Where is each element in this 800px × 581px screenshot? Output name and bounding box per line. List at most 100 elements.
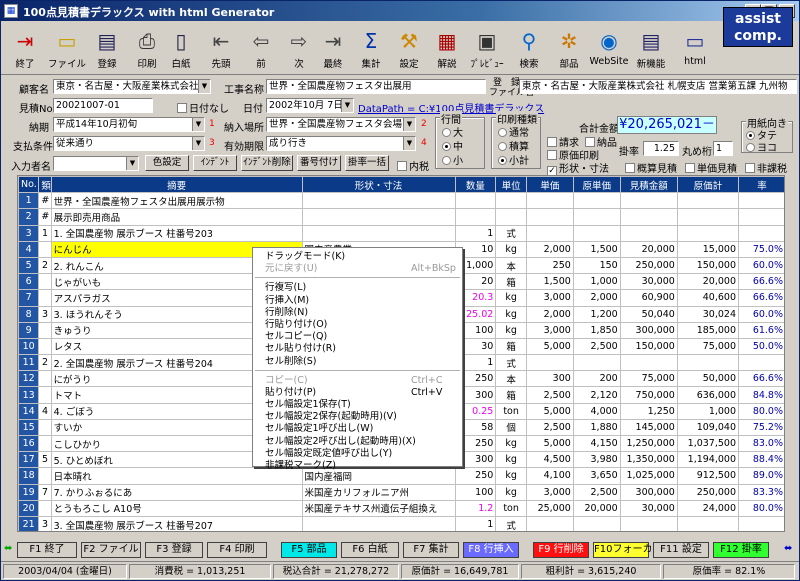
context-menu-item[interactable]: セル幅設定2呼び出し(起動時用)(X)	[253, 436, 462, 448]
table-cell[interactable]: 箱	[495, 337, 527, 356]
fkey-6-button[interactable]: F6 白紙	[341, 542, 399, 558]
fkey-11-button[interactable]: F11 設定	[653, 542, 709, 558]
fkey-8-button[interactable]: F8 行挿入	[463, 542, 519, 558]
table-cell[interactable]: 19	[18, 483, 40, 501]
table-cell[interactable]: 20	[18, 499, 40, 517]
table-cell[interactable]: 50,040	[619, 305, 678, 323]
context-menu-item[interactable]: 行貼り付け(O)	[253, 319, 462, 331]
context-menu-item[interactable]: セル幅設定1呼び出し(W)	[253, 423, 462, 435]
table-cell[interactable]: 912,500	[676, 467, 740, 485]
table-cell[interactable]: 16	[18, 434, 40, 453]
table-row[interactable]: 19 7 7. かりふぉるにあ 米国産カリフォルニア州 100 kg 3,000 2,500 3…	[18, 483, 784, 501]
table-cell[interactable]: 式	[495, 515, 527, 531]
table-cell[interactable]: 15	[18, 418, 40, 437]
table-cell[interactable]: 本	[495, 370, 527, 388]
print-type-radio-2[interactable]: 小計	[498, 152, 529, 167]
table-cell[interactable]: 25,000	[525, 499, 574, 517]
toolbar-blank-button[interactable]: ▯ 白紙	[161, 25, 201, 73]
table-cell[interactable]: 箱	[495, 386, 527, 404]
table-cell[interactable]: 109,040	[676, 418, 740, 437]
table-cell[interactable]: kg	[495, 434, 527, 453]
fkey-3-button[interactable]: F3 登録	[145, 542, 203, 558]
fkey-5-button[interactable]: F5 部品	[281, 542, 337, 558]
table-cell[interactable]: 5	[38, 451, 52, 469]
color-settings-button[interactable]: 色設定	[145, 155, 189, 171]
table-cell[interactable]	[301, 515, 456, 531]
table-cell[interactable]	[619, 208, 678, 226]
table-cell[interactable]: 60.0%	[738, 256, 784, 275]
table-cell[interactable]: kg	[495, 305, 527, 323]
table-cell[interactable]	[619, 224, 678, 242]
table-cell[interactable]: 80.0%	[738, 499, 784, 517]
table-cell[interactable]: 1,880	[572, 418, 621, 437]
table-cell[interactable]: 7	[18, 289, 40, 307]
table-cell[interactable]	[619, 515, 678, 531]
table-cell[interactable]	[454, 208, 497, 226]
table-row[interactable]: 3 1 1. 全国農産物 展示ブース 柱番号203 1 式	[18, 224, 784, 242]
table-cell[interactable]: 1. 全国農産物 展示ブース 柱番号203	[50, 224, 303, 242]
table-cell[interactable]: 2,500	[572, 337, 621, 356]
table-cell[interactable]: kg	[495, 289, 527, 307]
table-cell[interactable]: 5,000	[525, 402, 574, 420]
table-cell[interactable]: 84.8%	[738, 386, 784, 404]
table-cell[interactable]	[525, 224, 574, 242]
table-cell[interactable]: kg	[495, 451, 527, 469]
table-cell[interactable]: 1	[454, 515, 497, 531]
table-cell[interactable]: 150,000	[676, 256, 740, 275]
table-cell[interactable]: 13	[18, 386, 40, 404]
table-cell[interactable]: 1.2	[454, 499, 497, 517]
table-cell[interactable]: 11	[18, 354, 40, 372]
toolbar-settings-button[interactable]: ⚒ 設定	[389, 25, 429, 73]
nontax-checkbox[interactable]: 非課税	[745, 160, 787, 175]
table-cell[interactable]	[301, 224, 456, 242]
context-menu-item[interactable]: 行挿入(M)	[253, 295, 462, 307]
table-cell[interactable]: 20,000	[619, 240, 678, 258]
table-cell[interactable]	[738, 515, 784, 531]
table-cell[interactable]: 3,000	[525, 483, 574, 501]
table-cell[interactable]: ton	[495, 402, 527, 420]
table-cell[interactable]	[619, 192, 678, 210]
context-menu-item[interactable]: セル幅設定2保存(起動時用)(V)	[253, 411, 462, 423]
table-cell[interactable]	[38, 321, 52, 339]
table-cell[interactable]: 式	[495, 224, 527, 242]
toolbar-parts-button[interactable]: ✲ 部品	[549, 25, 589, 73]
row-spacing-radio-2[interactable]: 小	[442, 152, 463, 167]
table-cell[interactable]	[301, 208, 456, 226]
table-cell[interactable]: 17	[18, 451, 40, 469]
table-cell[interactable]: 3. 全国農産物 展示ブース 柱番号207	[50, 515, 303, 531]
fkey-12-button[interactable]: F12 掛率	[713, 542, 769, 558]
table-cell[interactable]: 75,000	[676, 337, 740, 356]
table-cell[interactable]: 1	[38, 224, 52, 242]
table-cell[interactable]	[738, 192, 784, 210]
table-row[interactable]: 2 # 展示即売用商品	[18, 208, 784, 226]
table-cell[interactable]: 40,600	[676, 289, 740, 307]
table-cell[interactable]: 2,500	[525, 418, 574, 437]
table-cell[interactable]: 5,000	[525, 337, 574, 356]
approx-checkbox[interactable]: 概算見積	[625, 160, 677, 175]
table-cell[interactable]	[38, 273, 52, 291]
table-cell[interactable]: 1,500	[572, 240, 621, 258]
table-cell[interactable]: 1	[18, 192, 40, 210]
table-cell[interactable]	[676, 208, 740, 226]
renumber-button[interactable]: 番号付け	[297, 155, 341, 171]
chevron-down-icon[interactable]: ▼	[126, 157, 138, 170]
table-cell[interactable]: 150,000	[619, 337, 678, 356]
context-menu-item[interactable]: セルコピー(Q)	[253, 331, 462, 343]
table-cell[interactable]: 2	[38, 354, 52, 372]
toolbar-first-button[interactable]: ⇤ 先頭	[201, 25, 241, 73]
table-cell[interactable]	[525, 192, 574, 210]
intax-checkbox[interactable]: 内税	[397, 158, 429, 173]
table-cell[interactable]: 5	[18, 256, 40, 275]
table-cell[interactable]: 世界・全国農産物フェスタ出展用展示物	[50, 192, 303, 210]
table-cell[interactable]: kg	[495, 483, 527, 501]
table-cell[interactable]	[572, 224, 621, 242]
toolbar-exit-button[interactable]: ⇥ 終了	[5, 25, 45, 73]
toolbar-search-button[interactable]: ⚲ 検索	[509, 25, 549, 73]
table-cell[interactable]: とうもろこし A10号	[50, 499, 303, 517]
chevron-down-icon[interactable]: ▼	[341, 99, 353, 112]
table-cell[interactable]: 20,000	[572, 499, 621, 517]
table-cell[interactable]: #	[38, 192, 52, 210]
table-row[interactable]: 1 # 世界・全国農産物フェスタ出展用展示物	[18, 192, 784, 210]
table-cell[interactable]: 66.6%	[738, 273, 784, 291]
unit-estimate-checkbox[interactable]: 単価見積	[685, 160, 737, 175]
